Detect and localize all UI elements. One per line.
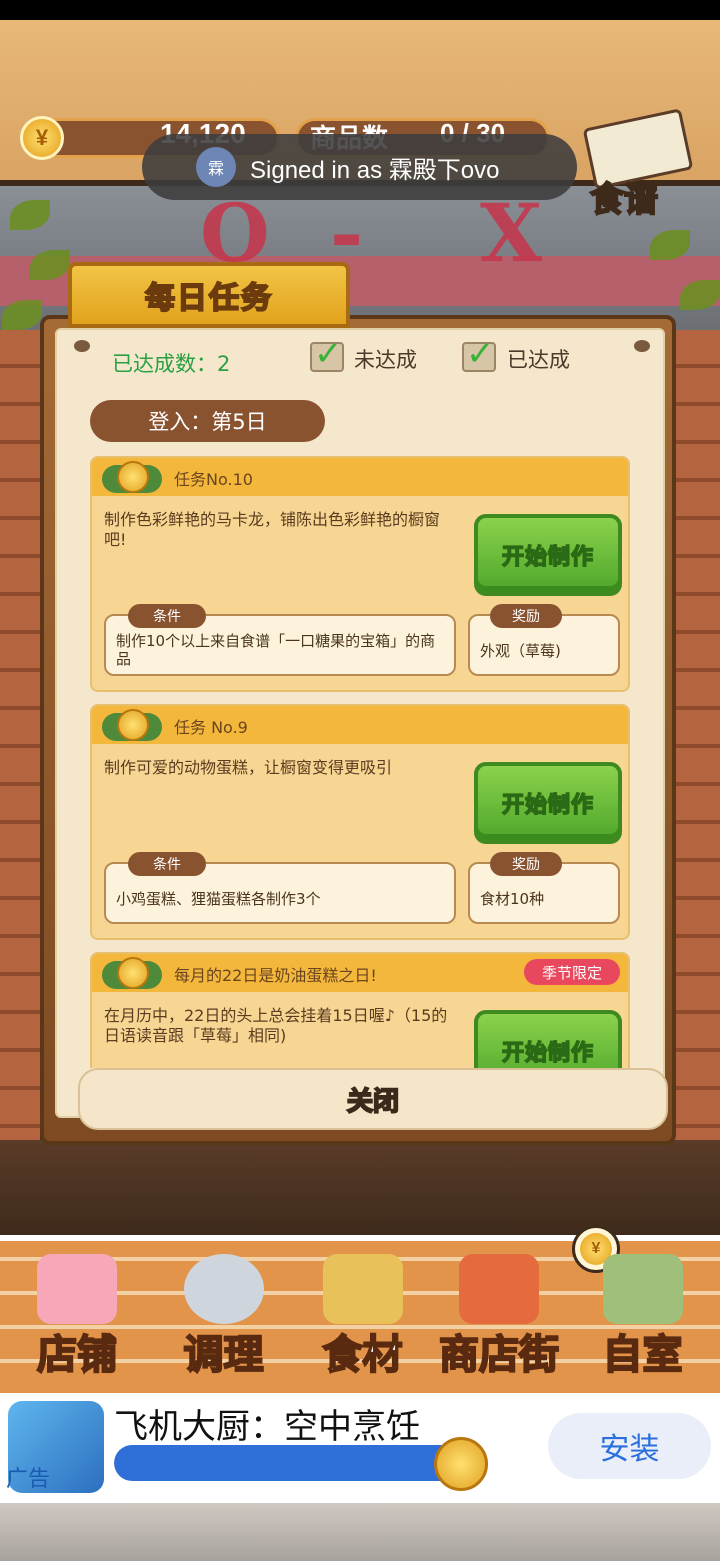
sign-letter: X (480, 186, 543, 280)
task-description: 制作可爱的动物蛋糕，让橱窗变得更吸引 (104, 758, 393, 777)
storefront-icon (459, 1254, 539, 1324)
start-making-button[interactable]: 开始制作 (474, 514, 622, 596)
achieved-count: 已达成数：2 (112, 352, 231, 376)
shop-counter (0, 1140, 720, 1235)
task-card: 任务 No.9 制作可爱的动物蛋糕，让橱窗变得更吸引 开始制作 条件 小鸡蛋糕、… (90, 704, 630, 940)
task-description: 在月历中，22日的头上总会挂着15日喔♪（15的日语读音跟「草莓」相同) (104, 1006, 448, 1045)
nav-my-room[interactable]: 自室 (585, 1250, 700, 1380)
pin-icon (74, 340, 90, 352)
task-header (92, 458, 628, 496)
reward-box: 奖励 外观（草莓) (468, 604, 620, 676)
nav-label: 店铺 (36, 1331, 118, 1379)
install-button[interactable]: 安装 (548, 1413, 711, 1479)
login-day-badge: 登入：第5日 (90, 400, 325, 442)
start-making-button[interactable]: 开始制作 (474, 762, 622, 844)
achieved-check-icon (462, 334, 496, 374)
modal-title: 每日任务 (144, 280, 273, 317)
medal-icon (102, 709, 162, 743)
coin-icon: ¥ (20, 116, 64, 160)
avatar: 霖 (196, 147, 236, 187)
condition-tab: 条件 (128, 604, 206, 628)
ad-tag: 广告 (6, 1467, 51, 1492)
ad-title[interactable]: 飞机大厨：空中烹饪 (114, 1399, 420, 1448)
task-card: 任务No.10 制作色彩鲜艳的马卡龙，铺陈出色彩鲜艳的橱窗吧! 开始制作 条件 … (90, 456, 630, 692)
nav-shopping-street[interactable]: 商店街 (428, 1250, 570, 1380)
task-title: 任务No.10 (174, 470, 253, 489)
medal-icon (102, 461, 162, 495)
task-description: 制作色彩鲜艳的马卡龙，铺陈出色彩鲜艳的橱窗吧! (104, 510, 441, 549)
reward-text: 食材10种 (480, 890, 545, 908)
recipe-button[interactable]: 食谱 (580, 108, 695, 221)
nav-shop[interactable]: 店铺 (22, 1250, 132, 1380)
nav-ingredients[interactable]: 食材 (305, 1250, 420, 1380)
condition-tab: 条件 (128, 852, 206, 876)
condition-text: 制作10个以上来自食谱「一口糖果的宝箱」的商品 (116, 632, 436, 668)
floor (0, 1503, 720, 1561)
task-list[interactable]: 任务No.10 制作色彩鲜艳的马卡龙，铺陈出色彩鲜艳的橱窗吧! 开始制作 条件 … (90, 456, 630, 1068)
nav-label: 商店街 (438, 1331, 560, 1379)
start-making-label: 开始制作 (501, 792, 594, 819)
toast-message: Signed in as 霖殿下ovo (250, 156, 500, 184)
reward-box: 奖励 食材10种 (468, 852, 620, 924)
close-button[interactable]: 关闭 (78, 1068, 668, 1130)
task-title: 任务 No.9 (174, 718, 248, 737)
condition-text: 小鸡蛋糕、狸猫蛋糕各制作3个 (116, 890, 321, 908)
sign-in-toast: 霖 Signed in as 霖殿下ovo (142, 134, 577, 200)
ad-progress-fill (114, 1445, 468, 1481)
medal-icon (102, 957, 162, 991)
legend-unachieved: 未达成 (354, 348, 417, 372)
nav-label: 自室 (602, 1331, 684, 1379)
recipe-label: 食谱 (589, 179, 659, 221)
start-making-label: 开始制作 (501, 544, 594, 571)
reward-tab: 奖励 (490, 852, 562, 876)
ad-banner[interactable]: 广告 飞机大厨：空中烹饪 安装 (0, 1393, 720, 1503)
pin-icon (634, 340, 650, 352)
task-title: 每月的22日是奶油蛋糕之日! (174, 966, 377, 985)
close-label: 关闭 (346, 1086, 400, 1118)
nav-cooking[interactable]: 调理 (166, 1250, 281, 1380)
nav-label: 食材 (322, 1331, 404, 1379)
staff-only-door-icon (602, 1254, 683, 1324)
season-limited-badge: 季节限定 (524, 959, 620, 985)
reward-tab: 奖励 (490, 604, 562, 628)
legend-achieved: 已达成 (507, 348, 570, 372)
task-header (92, 706, 628, 744)
brick-wall-right (670, 330, 720, 1230)
task-card: 每月的22日是奶油蛋糕之日! 季节限定 在月历中，22日的头上总会挂着15日喔♪… (90, 952, 630, 1068)
start-making-label: 开始制作 (501, 1040, 594, 1067)
condition-box: 条件 小鸡蛋糕、狸猫蛋糕各制作3个 (104, 852, 456, 924)
nav-label: 调理 (183, 1331, 265, 1379)
mixing-bowl-icon (183, 1254, 264, 1324)
brick-wall-left (0, 330, 40, 1230)
unachieved-check-icon (310, 334, 344, 374)
cake-icon (37, 1254, 117, 1324)
flour-sack-icon (322, 1254, 403, 1324)
status-bar (0, 0, 720, 20)
modal-title-tab: 每日任务 (68, 262, 350, 328)
start-making-button[interactable]: 开始制作 (474, 1010, 622, 1068)
reward-text: 外观（草莓) (480, 642, 561, 660)
ad-progress-bar (114, 1445, 486, 1481)
coin-icon (434, 1437, 488, 1491)
condition-box: 条件 制作10个以上来自食谱「一口糖果的宝箱」的商品 (104, 604, 456, 676)
